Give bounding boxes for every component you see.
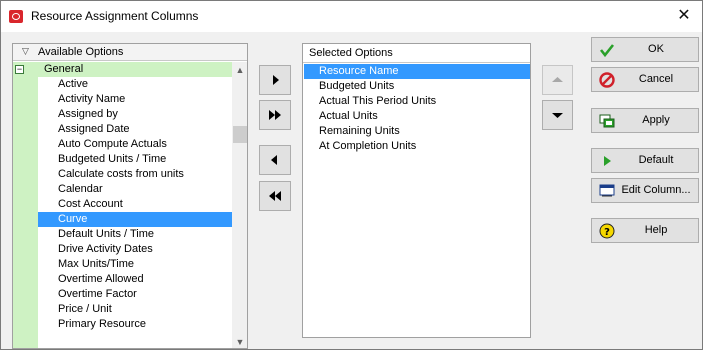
ok-button[interactable]: OK (591, 37, 699, 62)
tree-item[interactable]: Drive Activity Dates (38, 242, 232, 257)
chevron-down-icon: ▽ (22, 46, 29, 56)
tree-item[interactable]: Cost Account (38, 197, 232, 212)
checkmark-icon (599, 44, 615, 58)
help-button[interactable]: ? Help (591, 218, 699, 243)
selected-options-panel[interactable]: Selected Options Resource Name Budgeted U… (302, 43, 531, 338)
selected-list-item[interactable]: Budgeted Units (304, 79, 530, 94)
edit-column-button[interactable]: Edit Column... (591, 178, 699, 203)
cancel-icon (599, 72, 615, 88)
selected-list-item[interactable]: At Completion Units (304, 139, 530, 154)
tree-item[interactable]: Default Units / Time (38, 227, 232, 242)
oracle-app-icon (9, 10, 23, 23)
tree-group-general[interactable]: − General (13, 62, 232, 77)
tree-item[interactable]: Assigned by (38, 107, 232, 122)
scrollbar-thumb[interactable] (233, 126, 247, 143)
dialog-title: Resource Assignment Columns (31, 9, 199, 23)
apply-button[interactable]: Apply (591, 108, 699, 133)
edit-column-label: Edit Column... (621, 184, 691, 196)
tree-item[interactable]: Calculate costs from units (38, 167, 232, 182)
remove-button[interactable] (259, 145, 291, 175)
title-bar: Resource Assignment Columns ✕ (1, 1, 702, 32)
tree-item[interactable]: Calendar (38, 182, 232, 197)
selected-list-item[interactable]: Actual Units (304, 109, 530, 124)
tree-item[interactable]: Activity Name (38, 92, 232, 107)
help-icon: ? (599, 223, 615, 239)
tree-item[interactable]: Overtime Factor (38, 287, 232, 302)
add-button[interactable] (259, 65, 291, 95)
tree-item[interactable]: Overtime Allowed (38, 272, 232, 287)
scroll-down-icon[interactable]: ▼ (232, 334, 247, 348)
close-icon[interactable]: ✕ (674, 6, 694, 26)
tree-item[interactable]: Max Units/Time (38, 257, 232, 272)
tree-item[interactable]: Primary Resource (38, 317, 232, 332)
help-label: Help (644, 224, 668, 236)
move-up-button[interactable] (542, 65, 573, 95)
add-all-button[interactable] (259, 100, 291, 130)
tree-item[interactable]: Curve (38, 212, 232, 227)
scroll-up-icon[interactable]: ▲ (232, 62, 247, 78)
apply-label: Apply (642, 114, 670, 126)
selected-list-item[interactable]: Remaining Units (304, 124, 530, 139)
selected-options-header: Selected Options (303, 44, 530, 63)
tree-indent-strip (26, 77, 38, 348)
default-label: Default (638, 154, 674, 166)
triangle-up-icon (552, 77, 563, 82)
remove-all-button[interactable] (259, 181, 291, 211)
cancel-button[interactable]: Cancel (591, 67, 699, 92)
svg-text:?: ? (604, 227, 610, 238)
tree-item[interactable]: Active (38, 77, 232, 92)
arrow-left-icon (271, 155, 277, 165)
double-arrow-right-icon (269, 110, 281, 120)
tree-item[interactable]: Auto Compute Actuals (38, 137, 232, 152)
double-arrow-left-icon (269, 191, 281, 201)
ok-label: OK (648, 43, 664, 55)
selected-list-item[interactable]: Resource Name (304, 64, 530, 79)
collapse-icon[interactable]: − (15, 65, 24, 74)
available-options-header[interactable]: ▽ Available Options (13, 44, 247, 61)
tree-item[interactable]: Price / Unit (38, 302, 232, 317)
default-button[interactable]: Default (591, 148, 699, 173)
available-options-title: Available Options (38, 46, 124, 58)
move-down-button[interactable] (542, 100, 573, 130)
dialog-content: ▽ Available Options − General Active Acti… (1, 32, 702, 349)
tree-indent-strip (13, 62, 26, 348)
arrow-right-icon (273, 75, 279, 85)
cancel-label: Cancel (638, 73, 674, 85)
tree-item[interactable]: Assigned Date (38, 122, 232, 137)
available-options-tree[interactable]: − General Active Activity Name Assigned by… (13, 62, 232, 348)
triangle-down-icon (552, 113, 563, 118)
tree-item[interactable]: Budgeted Units / Time (38, 152, 232, 167)
resource-assignment-columns-dialog: Resource Assignment Columns ✕ ▽ Availabl… (0, 0, 703, 350)
play-icon (604, 156, 611, 166)
available-options-panel: ▽ Available Options − General Active Acti… (12, 43, 248, 349)
edit-column-icon (599, 184, 615, 197)
apply-icon (599, 114, 615, 128)
selected-options-title: Selected Options (309, 47, 393, 59)
tree-group-label: General (44, 63, 84, 75)
available-options-scrollbar[interactable]: ▲ ▼ (232, 62, 247, 348)
selected-list-item[interactable]: Actual This Period Units (304, 94, 530, 109)
